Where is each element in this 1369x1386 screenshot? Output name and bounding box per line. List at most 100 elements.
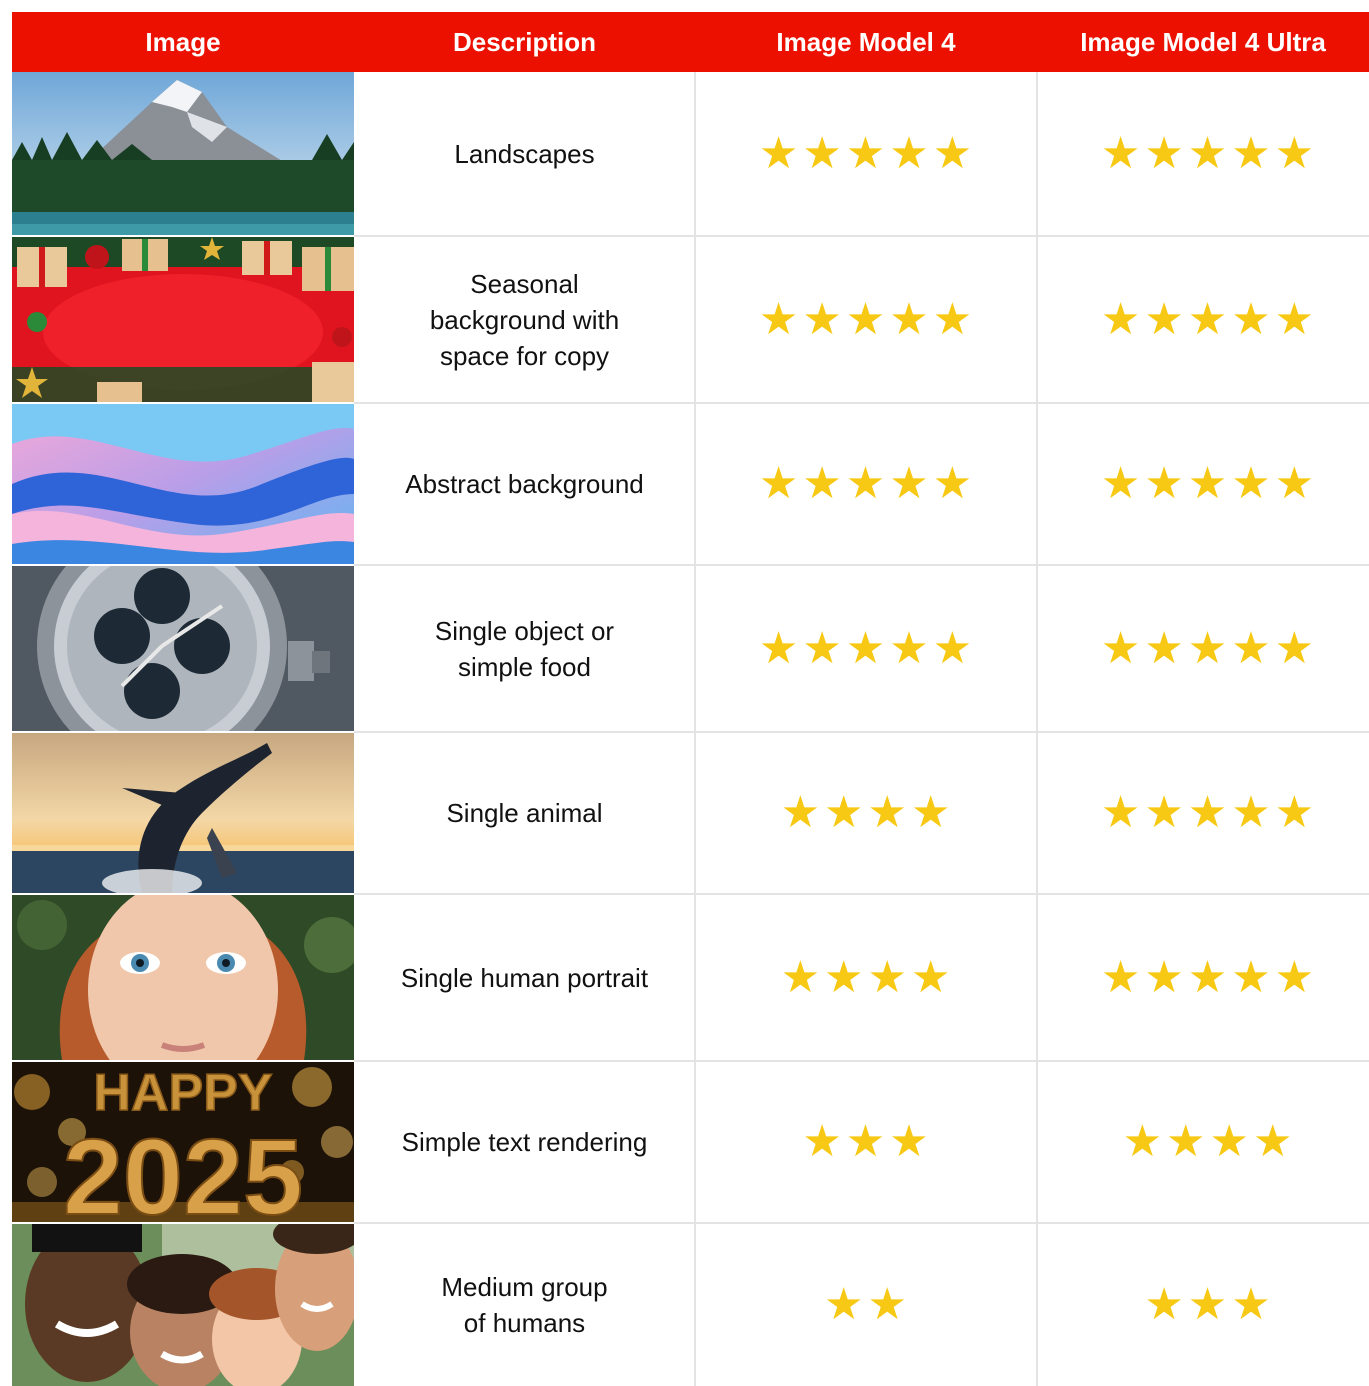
row-description: Simple text rendering: [401, 1127, 648, 1157]
star-icon: ★: [889, 293, 929, 345]
star-icon: ★: [1144, 787, 1184, 838]
star-icon: ★: [1100, 458, 1141, 509]
star-icon: ★: [932, 127, 973, 179]
table-row: Seasonal background with space for copy …: [12, 237, 1369, 402]
star-icon: ★: [1100, 951, 1141, 1003]
star-icon: ★: [758, 127, 799, 179]
star-icon: ★: [1144, 127, 1184, 179]
table-row: Single human portrait ★ ★ ★ ★ ★ ★ ★ ★ ★: [12, 895, 1369, 1060]
star-icon: ★: [1252, 1116, 1293, 1167]
row-description: Single object or simple food: [434, 615, 615, 682]
star-icon: ★: [1231, 1279, 1271, 1330]
wristwatch-thumbnail: [12, 566, 354, 731]
star-icon: ★: [1187, 622, 1228, 674]
star-icon: ★: [1274, 787, 1315, 838]
image-model-4-ultra-rating: ★ ★ ★ ★ ★: [1037, 237, 1369, 402]
star-icon: ★: [867, 1279, 907, 1330]
star-icon: ★: [1122, 1116, 1163, 1167]
image-model-4-rating: ★ ★ ★ ★: [695, 895, 1036, 1060]
star-icon: ★: [1231, 787, 1271, 838]
image-model-4-rating: ★ ★ ★: [695, 1062, 1036, 1222]
header-image-model-4: Image Model 4: [776, 26, 956, 57]
star-icon: ★: [802, 127, 842, 179]
image-model-4-ultra-rating: ★ ★ ★ ★: [1037, 1062, 1369, 1222]
star-icon: ★: [1231, 127, 1271, 179]
star-icon: ★: [1231, 458, 1271, 509]
star-icon: ★: [802, 622, 842, 674]
row-divider: [354, 893, 1369, 895]
abstract-waves-thumbnail: [12, 404, 354, 564]
star-icon: ★: [910, 787, 951, 838]
row-divider: [354, 1060, 1369, 1062]
header-image-model-4-ultra: Image Model 4 Ultra: [1080, 26, 1326, 57]
star-icon: ★: [845, 1116, 886, 1167]
image-model-4-ultra-rating: ★ ★ ★ ★ ★: [1037, 566, 1369, 731]
star-icon: ★: [845, 622, 886, 674]
star-icon: ★: [845, 293, 886, 345]
star-icon: ★: [1187, 787, 1228, 838]
happy-image-text: HAPPY: [93, 1064, 272, 1122]
image-model-4-rating: ★ ★ ★ ★ ★: [695, 237, 1036, 402]
table-row: Landscapes ★ ★ ★ ★ ★ ★ ★ ★ ★ ★: [12, 72, 1369, 235]
image-model-4-ultra-rating: ★ ★ ★ ★ ★: [1037, 404, 1369, 564]
star-icon: ★: [1144, 951, 1184, 1003]
star-icon: ★: [1209, 1116, 1249, 1167]
star-icon: ★: [1144, 1279, 1184, 1330]
happy-2025-thumbnail: HAPPY 2025: [12, 1062, 354, 1222]
star-icon: ★: [1274, 293, 1315, 345]
row-description: Landscapes: [454, 138, 595, 169]
star-icon: ★: [802, 458, 842, 509]
star-icon: ★: [1187, 127, 1228, 179]
row-description: Seasonal background with space for copy: [429, 268, 620, 371]
star-icon: ★: [932, 458, 973, 509]
image-model-4-rating: ★ ★: [695, 1224, 1036, 1386]
star-icon: ★: [1100, 293, 1141, 345]
table-header: Image Description Image Model 4 Image Mo…: [12, 12, 1369, 72]
row-description: Single human portrait: [400, 962, 649, 993]
header-image: Image: [145, 26, 221, 57]
row-divider: [354, 564, 1369, 566]
star-icon: ★: [1274, 127, 1315, 179]
image-model-4-ultra-rating: ★ ★ ★ ★ ★: [1037, 72, 1369, 235]
table-row: Medium group of humans ★ ★ ★ ★ ★: [12, 1224, 1369, 1386]
landscape-thumbnail: [12, 72, 354, 235]
table-row: Abstract background ★ ★ ★ ★ ★ ★ ★ ★ ★ ★: [12, 404, 1369, 564]
group-thumbnail: [12, 1224, 354, 1386]
header-description: Description: [452, 26, 597, 57]
table-row: Single object or simple food ★ ★ ★ ★ ★ ★ ★ ★ ★ ★: [12, 566, 1369, 731]
column-divider: [694, 72, 696, 1386]
star-icon: ★: [1166, 1116, 1206, 1167]
star-icon: ★: [802, 293, 842, 345]
star-icon: ★: [1144, 458, 1184, 509]
star-icon: ★: [780, 787, 821, 838]
image-model-4-ultra-rating: ★ ★ ★ ★ ★: [1037, 895, 1369, 1060]
star-icon: ★: [889, 622, 929, 674]
star-icon: ★: [1187, 293, 1228, 345]
row-description: Medium group of humans: [441, 1272, 608, 1338]
star-icon: ★: [889, 127, 929, 179]
star-icon: ★: [1274, 622, 1315, 674]
star-icon: ★: [824, 1279, 864, 1330]
star-icon: ★: [889, 1116, 929, 1167]
star-icon: ★: [932, 622, 973, 674]
row-divider: [354, 402, 1369, 404]
table-row: HAPPY 2025 Simple text rendering ★ ★ ★ ★ ★ ★…: [12, 1062, 1369, 1222]
star-icon: ★: [1231, 293, 1271, 345]
star-icon: ★: [1100, 622, 1141, 674]
row-divider: [354, 1222, 1369, 1224]
image-model-4-rating: ★ ★ ★ ★: [695, 733, 1036, 893]
image-model-4-rating: ★ ★ ★ ★ ★: [695, 72, 1036, 235]
star-icon: ★: [1100, 127, 1141, 179]
star-icon: ★: [758, 622, 799, 674]
star-icon: ★: [867, 951, 907, 1003]
star-icon: ★: [845, 458, 886, 509]
row-description: Single animal: [446, 798, 603, 828]
star-icon: ★: [758, 458, 799, 509]
star-icon: ★: [1187, 458, 1228, 509]
table-row: Single animal ★ ★ ★ ★ ★ ★ ★ ★ ★: [12, 733, 1369, 893]
star-icon: ★: [910, 951, 951, 1003]
star-icon: ★: [845, 127, 886, 179]
star-icon: ★: [1274, 458, 1315, 509]
image-model-4-ultra-rating: ★ ★ ★ ★ ★: [1037, 733, 1369, 893]
image-model-4-ultra-rating: ★ ★ ★: [1037, 1224, 1369, 1386]
